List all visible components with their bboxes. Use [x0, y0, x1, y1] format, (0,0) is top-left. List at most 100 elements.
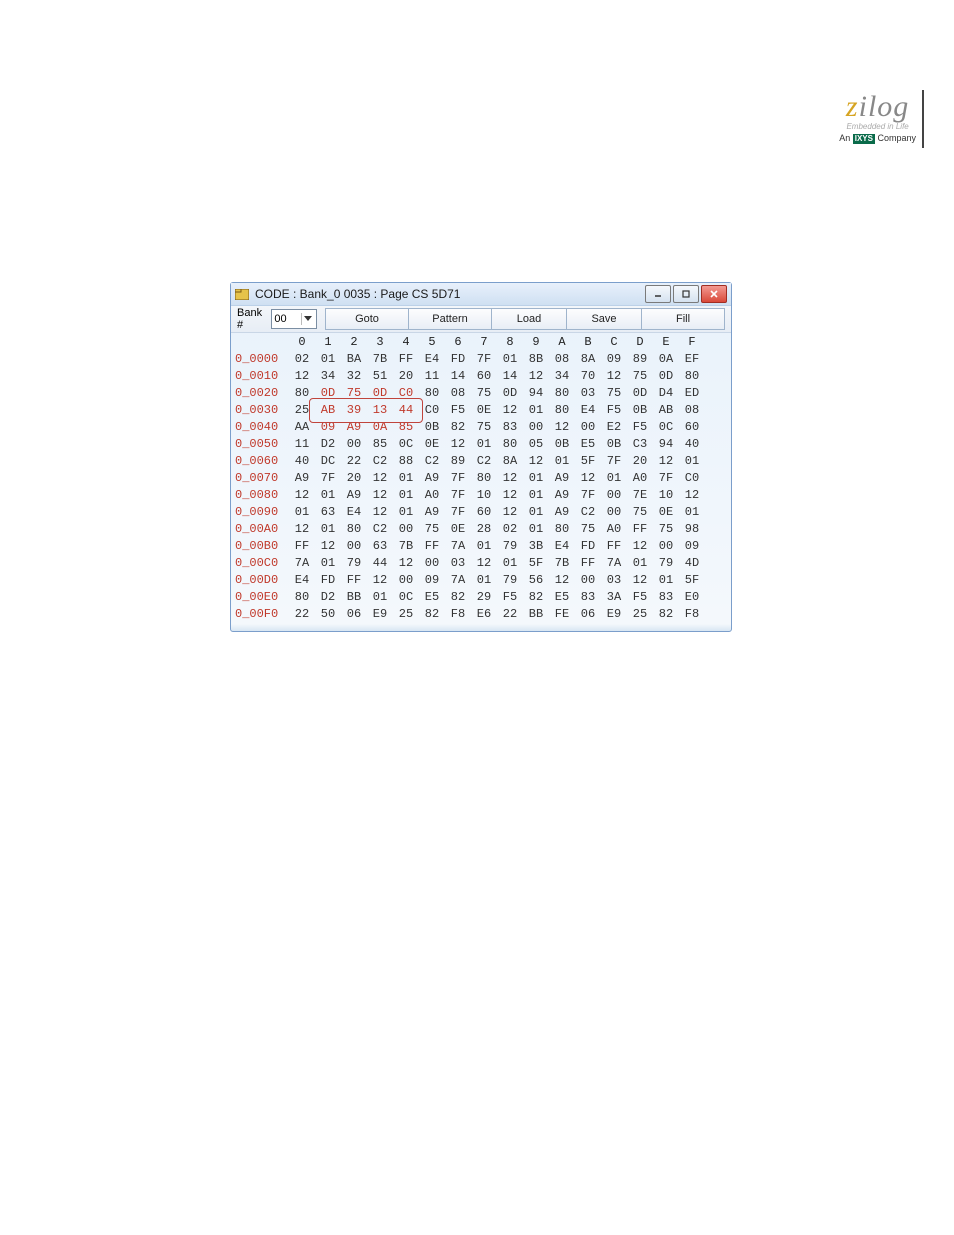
hex-cell[interactable]: BB — [341, 589, 367, 606]
hex-cell[interactable]: 00 — [575, 419, 601, 436]
hex-cell[interactable]: E5 — [549, 589, 575, 606]
hex-cell[interactable]: 12 — [471, 555, 497, 572]
hex-row[interactable]: 0_00E080D2BB010CE58229F582E5833AF583E0 — [235, 589, 727, 606]
hex-cell[interactable]: 01 — [315, 351, 341, 368]
hex-cell[interactable]: 12 — [601, 368, 627, 385]
hex-cell[interactable]: 60 — [679, 419, 705, 436]
hex-cell[interactable]: 63 — [315, 504, 341, 521]
hex-row[interactable]: 0_005011D200850C0E120180050BE50BC39440 — [235, 436, 727, 453]
hex-cell[interactable]: 56 — [523, 572, 549, 589]
hex-cell[interactable]: 83 — [497, 419, 523, 436]
hex-cell[interactable]: 40 — [679, 436, 705, 453]
hex-cell[interactable]: FF — [393, 351, 419, 368]
hex-cell[interactable]: 0E — [445, 521, 471, 538]
hex-cell[interactable]: 8B — [523, 351, 549, 368]
hex-cell[interactable]: A0 — [627, 470, 653, 487]
hex-cell[interactable]: 60 — [471, 504, 497, 521]
hex-cell[interactable]: 01 — [393, 504, 419, 521]
hex-cell[interactable]: 83 — [575, 589, 601, 606]
hex-row[interactable]: 0_00900163E41201A97F601201A9C200750E01 — [235, 504, 727, 521]
hex-cell[interactable]: 75 — [471, 419, 497, 436]
hex-cell[interactable]: 80 — [497, 436, 523, 453]
hex-cell[interactable]: FF — [289, 538, 315, 555]
hex-cell[interactable]: 75 — [653, 521, 679, 538]
hex-cell[interactable]: 11 — [419, 368, 445, 385]
hex-cell[interactable]: 5F — [523, 555, 549, 572]
hex-cell[interactable]: 12 — [497, 470, 523, 487]
hex-cell[interactable]: 5F — [575, 453, 601, 470]
hex-cell[interactable]: 01 — [497, 555, 523, 572]
hex-cell[interactable]: 80 — [549, 402, 575, 419]
hex-cell[interactable]: 7B — [393, 538, 419, 555]
hex-row[interactable]: 0_006040DC22C288C289C28A12015F7F201201 — [235, 453, 727, 470]
hex-row[interactable]: 0_00F0225006E92582F8E622BBFE06E92582F8 — [235, 606, 727, 623]
hex-cell[interactable]: C2 — [367, 521, 393, 538]
hex-cell[interactable]: 0D — [367, 385, 393, 402]
hex-cell[interactable]: 7A — [289, 555, 315, 572]
hex-cell[interactable]: 00 — [393, 521, 419, 538]
hex-row[interactable]: 0_00C07A01794412000312015F7BFF7A01794D — [235, 555, 727, 572]
hex-cell[interactable]: 39 — [341, 402, 367, 419]
hex-cell[interactable]: 00 — [341, 538, 367, 555]
hex-cell[interactable]: 01 — [393, 470, 419, 487]
hex-cell[interactable]: FD — [445, 351, 471, 368]
hex-cell[interactable]: 01 — [471, 538, 497, 555]
hex-cell[interactable]: FF — [601, 538, 627, 555]
hex-cell[interactable]: 02 — [289, 351, 315, 368]
hex-cell[interactable]: 34 — [315, 368, 341, 385]
hex-cell[interactable]: 12 — [289, 487, 315, 504]
hex-cell[interactable]: 01 — [315, 521, 341, 538]
hex-cell[interactable]: 44 — [393, 402, 419, 419]
hex-cell[interactable]: AA — [289, 419, 315, 436]
hex-row[interactable]: 0_00B0FF1200637BFF7A01793BE4FDFF120009 — [235, 538, 727, 555]
hex-cell[interactable]: 75 — [601, 385, 627, 402]
hex-cell[interactable]: 12 — [627, 572, 653, 589]
hex-cell[interactable]: 7B — [367, 351, 393, 368]
hex-cell[interactable]: 89 — [627, 351, 653, 368]
hex-cell[interactable]: 03 — [601, 572, 627, 589]
hex-cell[interactable]: 12 — [367, 504, 393, 521]
hex-cell[interactable]: 34 — [549, 368, 575, 385]
hex-cell[interactable]: 75 — [575, 521, 601, 538]
hex-cell[interactable]: 7F — [471, 351, 497, 368]
hex-cell[interactable]: A0 — [601, 521, 627, 538]
hex-cell[interactable]: 00 — [341, 436, 367, 453]
hex-cell[interactable]: 12 — [679, 487, 705, 504]
hex-cell[interactable]: FD — [575, 538, 601, 555]
hex-cell[interactable]: 01 — [289, 504, 315, 521]
hex-cell[interactable]: 09 — [679, 538, 705, 555]
hex-cell[interactable]: DC — [315, 453, 341, 470]
save-button[interactable]: Save — [567, 308, 642, 330]
hex-cell[interactable]: 7F — [445, 487, 471, 504]
hex-cell[interactable]: 80 — [471, 470, 497, 487]
hex-cell[interactable]: 82 — [419, 606, 445, 623]
hex-cell[interactable]: A9 — [549, 470, 575, 487]
hex-cell[interactable]: 01 — [549, 453, 575, 470]
hex-cell[interactable]: 98 — [679, 521, 705, 538]
hex-cell[interactable]: 08 — [445, 385, 471, 402]
hex-row[interactable]: 0_00D0E4FDFF1200097A01795612000312015F — [235, 572, 727, 589]
hex-cell[interactable]: 80 — [341, 521, 367, 538]
hex-cell[interactable]: 01 — [523, 402, 549, 419]
hex-cell[interactable]: 12 — [627, 538, 653, 555]
hex-cell[interactable]: 75 — [419, 521, 445, 538]
hex-cell[interactable]: 85 — [367, 436, 393, 453]
hex-cell[interactable]: 00 — [601, 487, 627, 504]
hex-cell[interactable]: 01 — [315, 487, 341, 504]
hex-row[interactable]: 0_0020800D750DC08008750D948003750DD4ED — [235, 385, 727, 402]
hex-cell[interactable]: C0 — [679, 470, 705, 487]
hex-cell[interactable]: FF — [627, 521, 653, 538]
hex-cell[interactable]: 14 — [445, 368, 471, 385]
hex-cell[interactable]: 51 — [367, 368, 393, 385]
hex-cell[interactable]: 83 — [653, 589, 679, 606]
hex-cell[interactable]: 79 — [497, 572, 523, 589]
pattern-button[interactable]: Pattern — [409, 308, 492, 330]
hex-cell[interactable]: 0D — [315, 385, 341, 402]
hex-cell[interactable]: A9 — [549, 487, 575, 504]
hex-cell[interactable]: 01 — [471, 436, 497, 453]
hex-cell[interactable]: 75 — [627, 368, 653, 385]
hex-cell[interactable]: 75 — [627, 504, 653, 521]
hex-cell[interactable]: D2 — [315, 589, 341, 606]
hex-cell[interactable]: 40 — [289, 453, 315, 470]
hex-cell[interactable]: 12 — [315, 538, 341, 555]
